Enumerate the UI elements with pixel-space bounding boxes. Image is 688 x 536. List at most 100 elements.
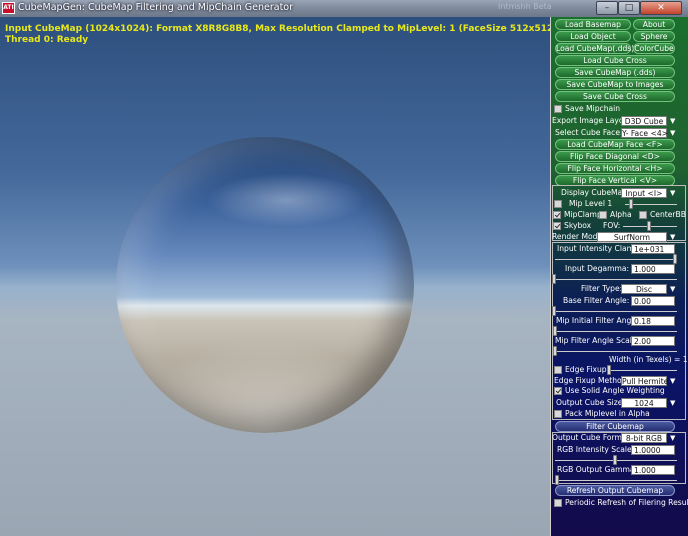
chevron-down-icon[interactable]: ▼	[670, 376, 675, 386]
skybox-label: Skybox	[564, 221, 592, 230]
mip-initial-filter-slider[interactable]	[553, 326, 557, 336]
alpha-checkbox[interactable]	[599, 211, 607, 219]
load-object-button[interactable]: Load Object	[555, 31, 631, 42]
chevron-down-icon[interactable]: ▼	[670, 433, 675, 443]
thread-status-text: Thread 0: Ready	[5, 35, 89, 45]
mip-filter-angle-scale-field[interactable]: 2.00	[631, 336, 675, 346]
input-intensity-clamp-field[interactable]: 1e+031	[631, 244, 675, 254]
degamma-slider-track	[555, 279, 677, 280]
centerbb-checkbox[interactable]	[639, 211, 647, 219]
fov-label: FOV:	[603, 221, 621, 230]
flip-face-diagonal-button[interactable]: Flip Face Diagonal <D>	[555, 151, 675, 162]
skybox-checkbox[interactable]	[553, 222, 561, 230]
edge-fixup-label: Edge Fixup	[565, 365, 607, 374]
background-window-text: Intmshh Beta	[498, 2, 552, 11]
edge-fixup-checkbox[interactable]	[554, 366, 562, 374]
mip-initial-slider-track	[555, 331, 677, 332]
cubemap-info-text: Input CubeMap (1024x1024): Format X8R8G8…	[5, 24, 550, 34]
periodic-refresh-checkbox[interactable]	[554, 499, 562, 507]
flip-face-horizontal-button[interactable]: Flip Face Horizontal <H>	[555, 163, 675, 174]
rgb-output-gamma-label: RGB Output Gamma:	[557, 465, 638, 474]
rgb-gamma-slider-track	[555, 480, 677, 481]
mip-level-checkbox[interactable]	[554, 200, 562, 208]
rgb-output-gamma-slider[interactable]	[555, 475, 559, 485]
display-cubemap-dropdown[interactable]: Input <I>	[621, 188, 667, 198]
output-cube-format-dropdown[interactable]: 8-bit RGB	[621, 433, 667, 443]
mip-scale-slider-track	[555, 351, 677, 352]
filter-type-label: Filter Type:	[581, 284, 623, 293]
centerbb-label: CenterBB	[650, 210, 686, 219]
periodic-refresh-label: Periodic Refresh of Filering Results	[565, 498, 688, 507]
filter-type-dropdown[interactable]: Disc	[621, 284, 667, 294]
degamma-slider[interactable]	[552, 274, 556, 284]
rgb-intensity-scale-label: RGB Intensity Scale:	[557, 445, 635, 454]
sphere-button[interactable]: Sphere	[633, 31, 675, 42]
edge-fixup-slider-track	[607, 370, 677, 371]
output-cube-size-label: Output Cube Size	[556, 398, 623, 407]
save-cube-cross-button[interactable]: Save Cube Cross	[555, 91, 675, 102]
about-button[interactable]: About	[633, 19, 675, 30]
solid-angle-label: Use Solid Angle Weighting	[565, 386, 665, 395]
input-degamma-label: Input Degamma:	[565, 264, 630, 273]
app-icon: ATI	[2, 2, 15, 14]
maximize-button[interactable]: □	[618, 1, 640, 15]
refresh-output-cubemap-button[interactable]: Refresh Output Cubemap	[555, 485, 675, 496]
sphere-highlight	[206, 173, 366, 227]
chevron-down-icon[interactable]: ▼	[670, 188, 675, 198]
color-cube-button[interactable]: ColorCube	[633, 43, 675, 54]
control-panel: Load Basemap About Load Object Sphere Lo…	[550, 17, 688, 536]
rgb-intensity-slider[interactable]	[613, 455, 617, 465]
title-bar: ATI CubeMapGen: CubeMap Filtering and Mi…	[0, 0, 688, 18]
load-basemap-button[interactable]: Load Basemap	[555, 19, 631, 30]
chevron-down-icon[interactable]: ▼	[670, 116, 675, 126]
chevron-down-icon[interactable]: ▼	[670, 128, 675, 138]
preview-sphere[interactable]	[116, 137, 414, 433]
mip-level-slider[interactable]	[629, 199, 633, 209]
load-cube-cross-button[interactable]: Load Cube Cross	[555, 55, 675, 66]
pack-miplevel-label: Pack Miplevel in Alpha	[565, 409, 650, 418]
input-degamma-field[interactable]: 1.000	[631, 264, 675, 274]
display-cubemap-label: Display CubeMap:	[561, 188, 630, 197]
base-filter-angle-label: Base Filter Angle:	[563, 296, 630, 305]
mipclamp-checkbox[interactable]	[553, 211, 561, 219]
save-mipchain-checkbox[interactable]	[554, 105, 562, 113]
output-cube-format-label: Output Cube Format	[552, 433, 630, 442]
rgb-output-gamma-field[interactable]: 1.000	[631, 465, 675, 475]
alpha-label: Alpha	[610, 210, 632, 219]
mip-filter-angle-scale-label: Mip Filter Angle Scale:	[555, 336, 640, 345]
load-cubemap-face-button[interactable]: Load CubeMap Face <F>	[555, 139, 675, 150]
minimize-button[interactable]: –	[596, 1, 618, 15]
solid-angle-checkbox[interactable]	[554, 387, 562, 395]
width-texels-label: Width (in Texels) = 1	[609, 355, 688, 364]
select-face-label: Select Cube Face:	[555, 128, 623, 137]
mip-level-label: Mip Level 1	[569, 199, 613, 208]
load-cubemap-dds-button[interactable]: Load CubeMap(.dds)	[555, 43, 634, 54]
save-mipchain-label: Save Mipchain	[565, 104, 621, 113]
close-button[interactable]: ✕	[640, 1, 682, 15]
filter-cubemap-button[interactable]: Filter Cubemap	[555, 421, 675, 432]
export-layout-dropdown[interactable]: D3D Cube	[621, 116, 667, 126]
base-filter-angle-field[interactable]: 0.00	[631, 296, 675, 306]
chevron-down-icon[interactable]: ▼	[670, 284, 675, 294]
edge-fixup-width-slider[interactable]	[607, 365, 611, 375]
select-face-dropdown[interactable]: Y- Face <4>	[621, 128, 668, 138]
chevron-down-icon[interactable]: ▼	[670, 232, 675, 242]
intensity-clamp-slider-track	[555, 259, 677, 260]
mip-initial-filter-angle-field[interactable]: 0.18	[631, 316, 675, 326]
edge-fixup-method-dropdown[interactable]: Pull Hermite	[621, 376, 668, 386]
window-title: CubeMapGen: CubeMap Filtering and MipCha…	[18, 2, 294, 13]
render-mode-label: Render Mode	[552, 232, 603, 241]
edge-fixup-method-label: Edge Fixup Method	[554, 376, 627, 385]
fov-slider[interactable]	[647, 221, 651, 231]
render-mode-dropdown[interactable]: SurfNorm	[597, 232, 667, 242]
output-cube-size-dropdown[interactable]: 1024	[621, 398, 667, 408]
chevron-down-icon[interactable]: ▼	[670, 398, 675, 408]
save-cubemap-dds-button[interactable]: Save CubeMap (.dds)	[555, 67, 675, 78]
mip-filter-scale-slider[interactable]	[553, 346, 557, 356]
rgb-intensity-scale-field[interactable]: 1.0000	[631, 445, 675, 455]
base-filter-angle-slider[interactable]	[552, 306, 556, 316]
intensity-clamp-slider[interactable]	[673, 254, 677, 264]
render-viewport[interactable]: Input CubeMap (1024x1024): Format X8R8G8…	[0, 17, 550, 536]
save-cubemap-images-button[interactable]: Save CubeMap to Images	[555, 79, 675, 90]
pack-miplevel-checkbox[interactable]	[554, 410, 562, 418]
